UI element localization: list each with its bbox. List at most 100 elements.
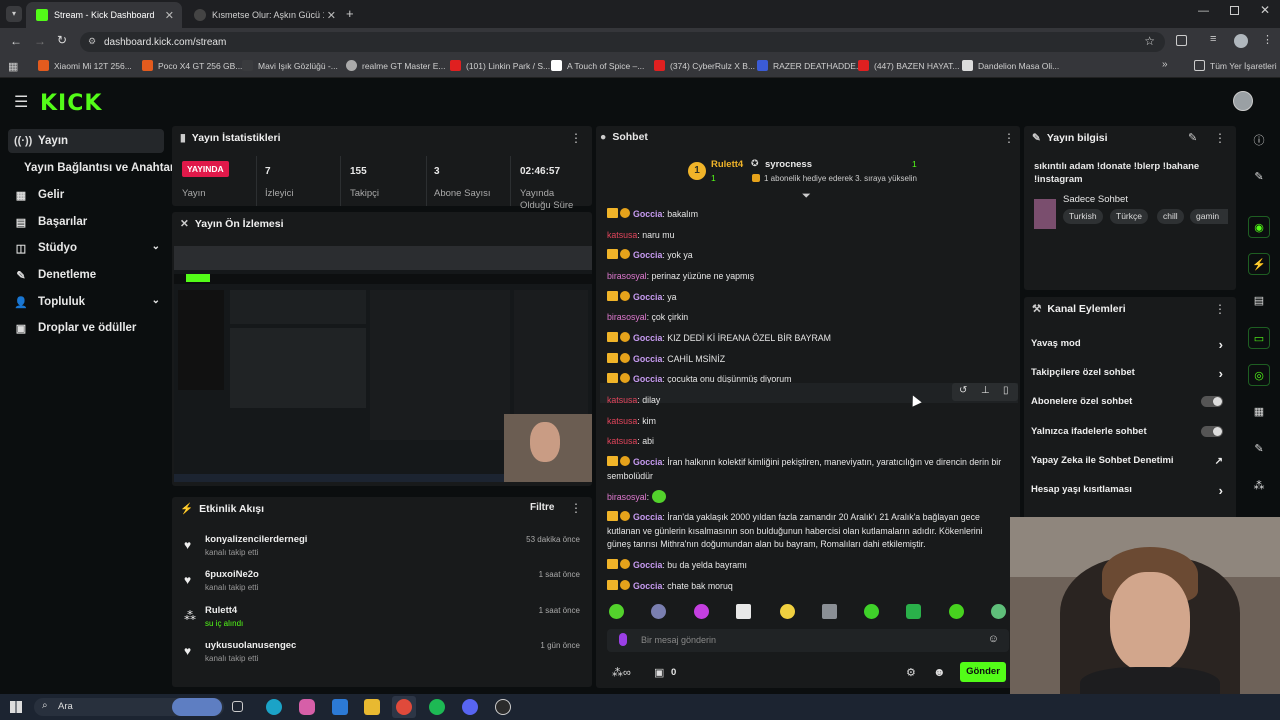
gift-box-icon[interactable]: ▣ [654, 666, 664, 679]
extensions-icon[interactable] [1176, 35, 1187, 46]
chat-username[interactable]: birasosyal [607, 492, 647, 502]
more-options-icon[interactable]: ⋮ [570, 501, 582, 515]
pinned-target[interactable]: syrocness [765, 159, 812, 170]
tab-kick-dashboard[interactable]: Stream - Kick Dashboard ✕ [26, 2, 182, 28]
bookmark-item[interactable]: Poco X4 GT 256 GB... [142, 60, 242, 71]
chat-input[interactable]: Bir mesaj gönderin ☺ [607, 629, 1009, 652]
activity-user[interactable]: konyalizencilerdernegi [205, 534, 307, 545]
chat-settings-icon[interactable]: ⚙ [906, 666, 916, 679]
emote-icon[interactable] [949, 604, 964, 619]
emote-icon[interactable] [822, 604, 837, 619]
reply-icon[interactable]: ↺ [959, 385, 967, 396]
sidebar-item-stream-key[interactable]: Yayın Bağlantısı ve Anahtarı [8, 156, 178, 180]
tab-list-button[interactable]: ▾ [6, 6, 22, 22]
bookmark-item[interactable]: (447) BAZEN HAYAT... [858, 60, 960, 71]
bookmark-item[interactable]: Mavi Işık Gözlüğü -... [242, 60, 338, 71]
more-options-icon[interactable]: ⋮ [1214, 131, 1226, 145]
category-name[interactable]: Sadece Sohbet [1063, 194, 1128, 205]
copilot-icon[interactable] [299, 699, 315, 715]
activity-user[interactable]: 6puxoiNe2o [205, 569, 259, 580]
drops-rail-icon[interactable]: ⁂ [1248, 475, 1270, 497]
emote-icon[interactable] [651, 604, 666, 619]
bookmark-item[interactable]: RAZER DEATHADDE... [757, 60, 863, 71]
task-view-icon[interactable] [232, 701, 243, 712]
close-window-button[interactable]: ✕ [1260, 3, 1270, 17]
chat-username[interactable]: birasosyal [607, 312, 647, 322]
sidebar-item-yayin[interactable]: ((·)) Yayın [8, 129, 164, 153]
bookmark-item[interactable]: Dandelion Masa Oli... [962, 60, 1059, 71]
close-tab-icon[interactable]: ✕ [327, 9, 336, 22]
media-icon[interactable]: ≡ [1210, 33, 1216, 45]
chat-username[interactable]: Goccia [633, 250, 662, 260]
sidebar-item-gelir[interactable]: ▦ Gelir [8, 183, 164, 207]
slow-mode-row[interactable]: Yavaş mod › [1031, 337, 1227, 364]
stream-preview-video[interactable] [174, 246, 592, 482]
emotes-only-toggle[interactable] [1201, 426, 1223, 437]
preview-toggle-icon[interactable]: ◉ [1248, 216, 1270, 238]
broadcast-toggle-icon[interactable]: ◎ [1248, 364, 1270, 386]
sidebar-item-topluluk[interactable]: 👤 Topluluk ⌄ [8, 290, 164, 314]
discord-icon[interactable] [462, 699, 478, 715]
windows-start-icon[interactable] [10, 701, 22, 713]
bookmark-star-icon[interactable]: ☆ [1144, 34, 1155, 48]
back-icon[interactable]: ← [10, 34, 22, 48]
emote-icon[interactable] [864, 604, 879, 619]
sidebar-item-denetleme[interactable]: ✎ Denetleme [8, 263, 164, 287]
chat-toggle-icon[interactable]: ▭ [1248, 327, 1270, 349]
send-button[interactable]: Gönder [960, 662, 1006, 682]
activity-toggle-icon[interactable]: ⚡ [1248, 253, 1270, 275]
subscribers-only-row[interactable]: Abonelere özel sohbet [1031, 396, 1227, 422]
profile-avatar[interactable] [1234, 34, 1248, 48]
site-info-icon[interactable]: ⚙ [88, 36, 96, 47]
emoji-picker-icon[interactable]: ☺ [988, 633, 999, 645]
account-age-row[interactable]: Hesap yaşı kısıtlaması › [1031, 483, 1227, 510]
chat-username[interactable]: Goccia [633, 354, 662, 364]
more-options-icon[interactable]: ⋮ [1214, 302, 1226, 316]
chrome-icon[interactable] [396, 699, 412, 715]
more-options-icon[interactable]: ⋮ [1003, 131, 1015, 145]
forward-icon[interactable]: → [34, 34, 46, 48]
voice-icon[interactable] [619, 633, 627, 646]
restore-button[interactable] [1230, 6, 1239, 15]
sidebar-item-droplar[interactable]: ▣ Droplar ve ödüller [8, 316, 164, 340]
store-icon[interactable] [332, 699, 348, 715]
stream-tag[interactable]: gamin [1190, 209, 1228, 224]
tab-kismetse-olur[interactable]: Kısmetse Olur: Aşkın Gücü 1. Se ✕ [184, 2, 344, 28]
emote-icon[interactable] [609, 604, 624, 619]
more-bookmarks-icon[interactable]: » [1162, 59, 1168, 70]
activity-user[interactable]: Rulett4 [205, 605, 237, 616]
hamburger-menu-icon[interactable]: ☰ [14, 92, 28, 112]
bookmark-item[interactable]: realme GT Master E... [346, 60, 445, 71]
spotify-icon[interactable] [429, 699, 445, 715]
more-options-icon[interactable]: ⋮ [570, 131, 582, 145]
emote-icon[interactable] [736, 604, 751, 619]
edit-stream-icon[interactable]: ✎ [1248, 166, 1270, 188]
taskbar-search[interactable]: ⌕ Ara [34, 698, 224, 716]
chat-username[interactable]: Goccia [633, 457, 662, 467]
chat-username[interactable]: birasosyal [607, 271, 647, 281]
bookmark-item[interactable]: (101) Linkin Park / S... [450, 60, 550, 71]
subscribers-only-toggle[interactable] [1201, 396, 1223, 407]
activity-user[interactable]: uykusuolanusengec [205, 640, 296, 651]
bookmark-item[interactable]: (374) CyberRulz X B... [654, 60, 755, 71]
new-tab-button[interactable]: + [346, 6, 354, 21]
stream-tag[interactable]: Türkçe [1110, 209, 1148, 224]
edge-icon[interactable] [266, 699, 282, 715]
stream-tag[interactable]: Turkish [1063, 209, 1103, 224]
followers-only-row[interactable]: Takipçilere özel sohbet › [1031, 366, 1227, 393]
browser-menu-icon[interactable]: ⋮ [1262, 33, 1273, 46]
emote-icon[interactable] [780, 604, 795, 619]
info-icon[interactable]: ⓘ [1248, 130, 1270, 152]
chat-username[interactable]: katsusa [607, 395, 637, 405]
chat-username[interactable]: Goccia [633, 209, 662, 219]
chat-username[interactable]: katsusa [607, 230, 637, 240]
reload-icon[interactable]: ↻ [57, 33, 67, 47]
sidebar-item-basarilar[interactable]: ▤ Başarılar [8, 210, 164, 234]
collapse-arrow-icon[interactable]: ⏷ [802, 190, 811, 203]
layout-icon[interactable]: ▦ [1248, 401, 1270, 423]
url-field[interactable]: ⚙ dashboard.kick.com/stream ☆ [80, 32, 1165, 52]
obs-icon[interactable] [495, 699, 511, 715]
filter-button[interactable]: Filtre [530, 502, 554, 513]
chat-username[interactable]: Goccia [633, 292, 662, 302]
emotes-only-row[interactable]: Yalnızca ifadelerle sohbet [1031, 426, 1227, 452]
